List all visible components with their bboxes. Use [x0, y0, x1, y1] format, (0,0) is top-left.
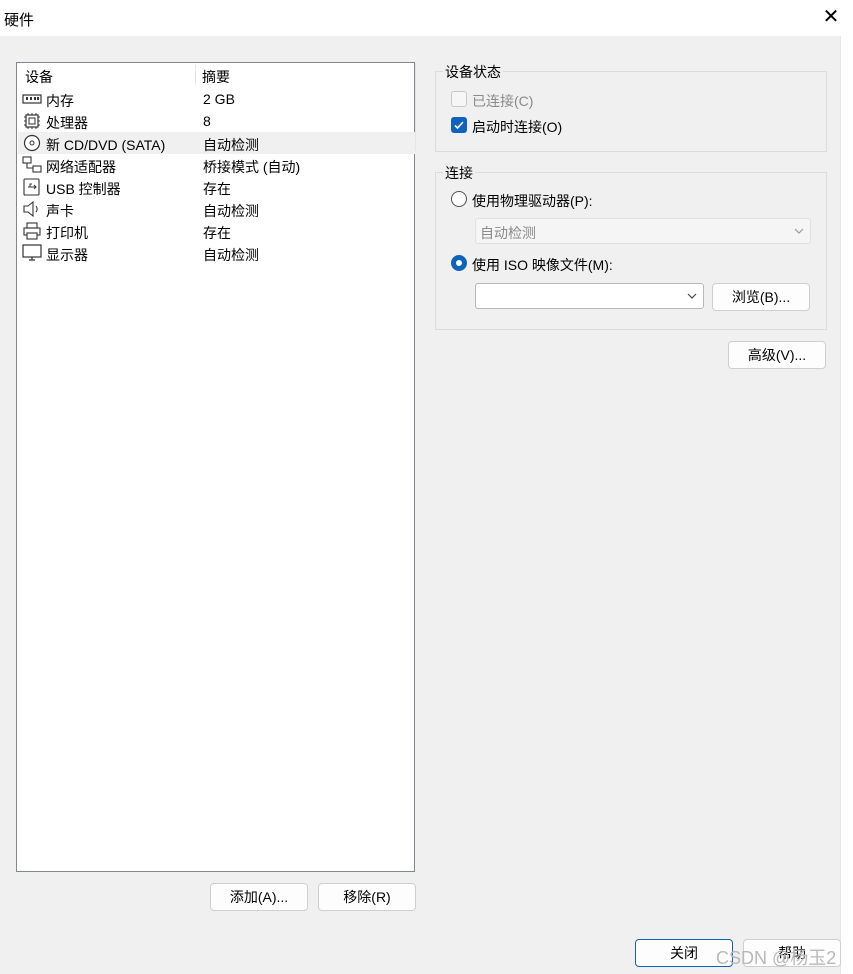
- physical-drive-select-value: 自动检测: [480, 225, 536, 241]
- device-summary: 桥接模式 (自动): [203, 159, 301, 175]
- device-row-cd-dvd[interactable]: 新 CD/DVD (SATA) 自动检测: [18, 132, 415, 154]
- device-row-memory[interactable]: 内存 2 GB: [18, 88, 415, 110]
- device-name: 打印机: [46, 225, 88, 241]
- iso-path-combobox[interactable]: [475, 283, 704, 309]
- title-bar: 硬件 ✕: [0, 0, 853, 36]
- advanced-button[interactable]: 高级(V)...: [728, 341, 826, 369]
- device-name: USB 控制器: [46, 181, 121, 197]
- usb-icon: [23, 178, 40, 196]
- connect-at-power-on-label[interactable]: 启动时连接(O): [472, 117, 562, 137]
- printer-icon: [23, 222, 41, 240]
- column-header-device[interactable]: 设备: [25, 67, 53, 87]
- remove-button[interactable]: 移除(R): [318, 883, 416, 911]
- connect-at-power-on-checkbox[interactable]: [451, 117, 467, 133]
- iso-image-label[interactable]: 使用 ISO 映像文件(M):: [472, 255, 613, 275]
- browse-button[interactable]: 浏览(B)...: [712, 283, 810, 311]
- device-row-usb-controller[interactable]: USB 控制器 存在: [18, 176, 415, 198]
- column-separator[interactable]: [195, 65, 196, 85]
- physical-drive-radio[interactable]: [451, 191, 467, 207]
- chevron-down-icon[interactable]: [687, 291, 697, 301]
- connection-title: 连接: [443, 163, 475, 183]
- add-button[interactable]: 添加(A)...: [210, 883, 308, 911]
- memory-icon: [22, 94, 42, 104]
- device-name: 新 CD/DVD (SATA): [46, 137, 166, 153]
- device-name: 内存: [46, 93, 74, 109]
- device-summary: 自动检测: [203, 137, 259, 153]
- device-name: 处理器: [46, 115, 88, 131]
- chevron-down-icon: [794, 228, 804, 234]
- device-row-display[interactable]: 显示器 自动检测: [18, 242, 415, 264]
- dialog-right-edge: [840, 36, 853, 974]
- device-status-group: [435, 71, 827, 152]
- device-summary: 8: [203, 113, 211, 129]
- device-row-network-adapter[interactable]: 网络适配器 桥接模式 (自动): [18, 154, 415, 176]
- processor-icon: [24, 113, 40, 129]
- device-summary: 自动检测: [203, 203, 259, 219]
- device-list[interactable]: 设备 摘要 内存 2 GB 处理器 8 新 CD/DVD (SATA) 自动检测: [16, 62, 416, 872]
- device-list-header: 设备 摘要: [17, 63, 414, 87]
- sound-card-icon: [23, 200, 38, 218]
- physical-drive-select: 自动检测: [475, 218, 811, 244]
- device-name: 声卡: [46, 203, 74, 219]
- device-summary: 自动检测: [203, 247, 259, 263]
- checkmark-icon: [454, 121, 464, 130]
- device-row-processor[interactable]: 处理器 8: [18, 110, 415, 132]
- device-summary: 存在: [203, 181, 231, 197]
- device-row-printer[interactable]: 打印机 存在: [18, 220, 415, 242]
- device-name: 显示器: [46, 247, 88, 263]
- display-icon: [22, 244, 42, 261]
- window-title: 硬件: [4, 12, 35, 29]
- device-summary: 存在: [203, 225, 231, 241]
- device-name: 网络适配器: [46, 159, 116, 175]
- connected-label: 已连接(C): [472, 93, 534, 109]
- list-right-divider: [415, 63, 416, 151]
- cd-dvd-icon: [23, 134, 41, 152]
- network-adapter-icon: [22, 156, 42, 173]
- watermark: CSDN @杨玉2: [716, 948, 837, 968]
- device-row-sound-card[interactable]: 声卡 自动检测: [18, 198, 415, 220]
- device-summary: 2 GB: [203, 91, 235, 107]
- device-status-title: 设备状态: [443, 62, 503, 82]
- column-header-summary[interactable]: 摘要: [202, 67, 230, 87]
- iso-image-radio[interactable]: [451, 255, 467, 271]
- close-icon[interactable]: ✕: [818, 4, 844, 30]
- physical-drive-label[interactable]: 使用物理驱动器(P):: [472, 191, 593, 211]
- connected-checkbox: [451, 91, 467, 107]
